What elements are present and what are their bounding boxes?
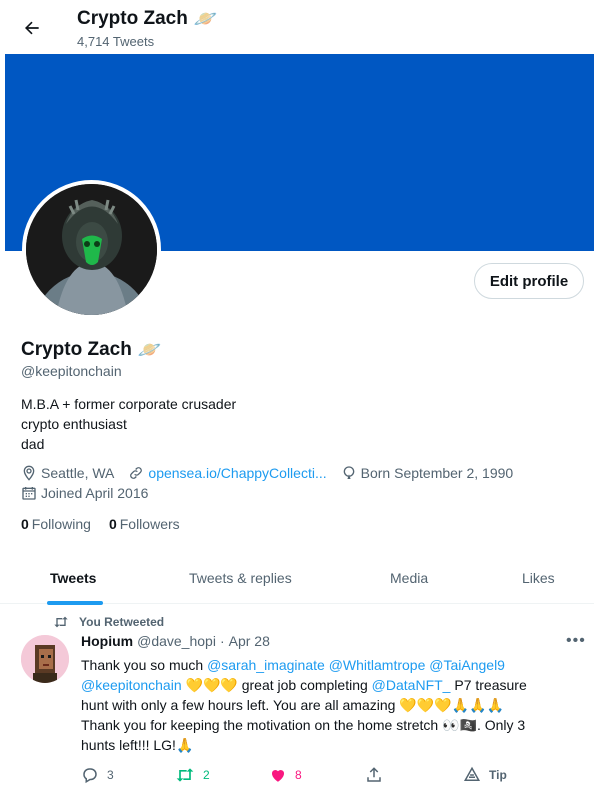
website-link[interactable]: opensea.io/ChappyCollecti...	[148, 465, 326, 481]
tweet-line: Thank you for keeping the motivation on …	[81, 717, 526, 733]
location-text: Seattle, WA	[41, 465, 115, 481]
tweet-author-name[interactable]: Hopium	[81, 633, 133, 649]
following-label: Following	[31, 516, 91, 532]
tweet-count: 4,714 Tweets	[77, 34, 155, 49]
profile-meta-row: Seattle, WA opensea.io/ChappyCollecti...…	[21, 465, 527, 481]
retweet-icon	[54, 616, 68, 628]
bio-line: M.B.A + former corporate crusader	[21, 396, 237, 412]
following-link[interactable]: 0 Following	[21, 516, 91, 532]
link-icon	[130, 467, 143, 479]
balloon-icon	[343, 466, 354, 479]
heart-icon	[271, 769, 285, 782]
tweet-separator: ·	[219, 633, 225, 649]
joined-text: Joined April 2016	[41, 485, 149, 501]
tab-likes[interactable]: Likes	[522, 552, 555, 604]
profile-bio: M.B.A + former corporate crusader crypto…	[21, 394, 236, 454]
profile-name-text: Crypto Zach	[21, 339, 132, 360]
birthday-item: Born September 2, 1990	[341, 465, 514, 481]
profile-handle: @keepitonchain	[21, 363, 122, 379]
tip-button[interactable]: Tip	[463, 766, 507, 784]
followers-label: Followers	[119, 516, 180, 532]
edit-profile-button[interactable]: Edit profile	[474, 263, 584, 299]
profile-avatar[interactable]	[22, 180, 161, 319]
tweet-header: Hopium @dave_hopi · Apr 28	[81, 633, 270, 649]
tweet-author-avatar[interactable]	[21, 635, 69, 683]
profile-tabs: Tweets Tweets & replies Media Likes	[0, 552, 594, 605]
reply-button[interactable]: 3	[81, 766, 114, 784]
tweet-line: @keepitonchain 💛💛💛 great job completing …	[81, 675, 581, 695]
retweet-button[interactable]: 2	[175, 766, 210, 784]
tweet-text-segment: great job completing	[241, 677, 372, 693]
back-arrow-icon[interactable]	[18, 14, 46, 42]
followers-count: 0	[108, 516, 117, 532]
retweet-count: 2	[203, 768, 210, 782]
tab-tweets-replies[interactable]: Tweets & replies	[189, 552, 292, 604]
tweet-date[interactable]: Apr 28	[229, 633, 270, 649]
profile-name: Crypto Zach 🪐	[21, 338, 162, 362]
tweet-text-segment: P7 treasure	[450, 677, 527, 693]
mention-link[interactable]: @sarah_imaginate	[207, 657, 325, 673]
bio-line: crypto enthusiast	[21, 416, 127, 432]
website-item[interactable]: opensea.io/ChappyCollecti...	[128, 465, 327, 481]
following-count: 0	[21, 516, 29, 532]
share-icon	[367, 767, 381, 782]
profile-meta-row: Joined April 2016	[21, 485, 162, 501]
tweet-author-handle[interactable]: @dave_hopi	[137, 633, 216, 649]
tweet-line: Thank you so much @sarah_imaginate @Whit…	[81, 655, 581, 675]
tip-label: Tip	[489, 768, 507, 782]
tweet-text-segment: Thank you so much	[81, 657, 208, 673]
header-name-text: Crypto Zach	[77, 8, 188, 29]
tweet-item[interactable]: You Retweeted Hopium @dave_hopi · Apr 28…	[0, 604, 594, 793]
joined-item: Joined April 2016	[21, 485, 148, 501]
heart-emojis: 💛💛💛	[181, 677, 242, 693]
planet-emoji: 🪐	[137, 340, 162, 361]
retweet-context: You Retweeted	[53, 615, 164, 629]
mention-link[interactable]: @keepitonchain	[81, 677, 182, 693]
tab-media[interactable]: Media	[390, 552, 428, 604]
tweet-line: hunts left!!! LG!🙏	[81, 737, 194, 753]
tab-tweets[interactable]: Tweets	[50, 552, 96, 604]
like-button[interactable]: 8	[269, 766, 302, 784]
retweet-label: You Retweeted	[79, 615, 165, 629]
birthday-text: Born September 2, 1990	[360, 465, 514, 481]
location-item: Seattle, WA	[21, 465, 114, 481]
more-options-icon[interactable]: •••	[566, 632, 586, 650]
follow-counts: 0 Following 0 Followers	[21, 516, 180, 532]
reply-icon	[83, 768, 97, 784]
mention-link[interactable]: @TaiAngel9	[429, 657, 505, 673]
mention-link[interactable]: @Whitlamtrope	[329, 657, 426, 673]
like-count: 8	[295, 768, 302, 782]
tip-icon	[463, 766, 481, 781]
tweet-text: Thank you so much @sarah_imaginate @Whit…	[81, 655, 581, 755]
retweet-icon	[176, 768, 194, 782]
tweet-actions: 3 2 8 Tip	[81, 766, 541, 788]
bio-line: dad	[21, 436, 45, 452]
share-button[interactable]	[365, 766, 383, 784]
profile-header: Crypto Zach 🪐 4,714 Tweets	[0, 0, 594, 54]
calendar-icon	[22, 487, 36, 500]
followers-link[interactable]: 0 Followers	[109, 516, 180, 532]
planet-emoji: 🪐	[193, 9, 218, 30]
location-pin-icon	[23, 465, 35, 481]
tweet-line: hunt with only a few hours left. You are…	[81, 697, 504, 713]
mention-link[interactable]: @DataNFT_	[372, 677, 451, 693]
reply-count: 3	[107, 768, 114, 782]
header-title: Crypto Zach 🪐	[77, 7, 218, 31]
